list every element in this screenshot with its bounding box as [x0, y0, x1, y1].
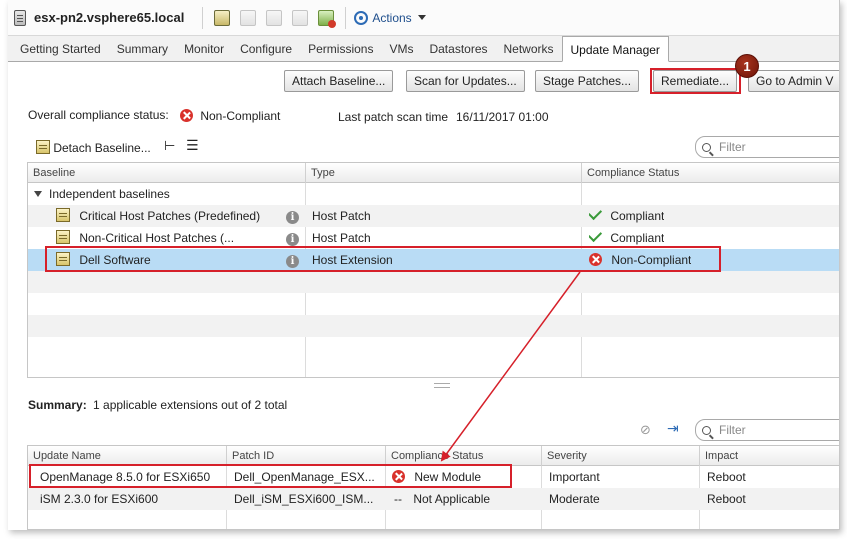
callout-arrow — [440, 271, 581, 462]
update-manager-window: esx-pn2.vsphere65.local Actions Getting … — [8, 0, 840, 530]
